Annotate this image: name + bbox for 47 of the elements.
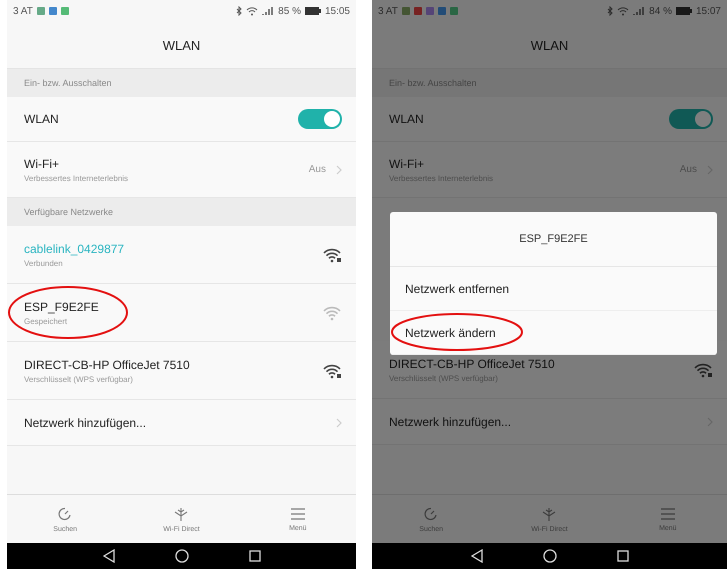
carrier-label: 3 AT [378, 6, 398, 16]
back-icon [102, 549, 114, 563]
row-title: Netzwerk hinzufügen... [389, 414, 512, 428]
dialog-title: ESP_F9E2FE [390, 212, 717, 267]
back-icon [470, 549, 482, 563]
dialog-option[interactable]: Netzwerk ändern [390, 311, 717, 355]
dialog-option[interactable]: Netzwerk entfernen [390, 267, 717, 311]
bluetooth-icon [236, 6, 242, 16]
section-header: Ein- bzw. Ausschalten [7, 69, 356, 97]
menu-icon [660, 506, 676, 520]
row-title: Wi-Fi+ [389, 156, 425, 170]
network-status: Gespeichert [24, 316, 68, 326]
toggle-switch[interactable] [298, 109, 342, 129]
wifi-icon [617, 6, 630, 16]
network-name: DIRECT-CB-HP OfficeJet 7510 [24, 358, 191, 372]
home-icon [542, 549, 556, 563]
signal-bars-icon [262, 6, 274, 16]
battery-percent: 85 % [278, 6, 301, 16]
network-status: Verbunden [24, 258, 64, 268]
chevron-right-icon [336, 164, 342, 174]
network-name: cablelink_0429877 [24, 242, 126, 256]
row-subtitle: Verbessertes Interneterlebnis [24, 174, 130, 182]
clock: 15:07 [696, 6, 721, 16]
row-value: Aus [308, 164, 326, 175]
section-header: Verfügbare Netzwerke [7, 198, 356, 226]
carrier-label: 3 AT [13, 6, 33, 16]
network-name: DIRECT-CB-HP OfficeJet 7510 [389, 356, 556, 370]
clock: 15:05 [324, 6, 350, 16]
bluetooth-icon [607, 6, 614, 16]
menu-icon [290, 506, 306, 520]
row-title: Wi-Fi+ [24, 156, 60, 170]
battery-icon [304, 7, 321, 15]
recents-icon [248, 550, 260, 562]
recents-icon [616, 550, 628, 562]
battery-percent: 84 % [649, 6, 672, 16]
toggle-switch[interactable] [669, 109, 713, 129]
row-title: Netzwerk hinzufügen... [24, 416, 148, 430]
battery-icon [676, 7, 692, 15]
network-status: Verschlüsselt (WPS verfügbar) [24, 374, 134, 384]
signal-bars-icon [633, 6, 646, 16]
row-title: WLAN [24, 112, 60, 126]
home-icon [174, 549, 188, 563]
wifi-icon [246, 6, 258, 16]
chevron-right-icon [336, 418, 342, 428]
network-name: ESP_F9E2FE [24, 300, 100, 314]
row-title: WLAN [389, 112, 425, 126]
network-row[interactable]: ESP_F9E2FE Gespeichert [7, 284, 356, 342]
